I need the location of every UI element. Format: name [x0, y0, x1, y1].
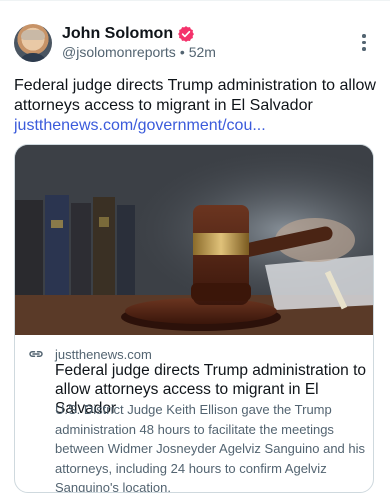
post-link[interactable]: justthenews.com/government/cou... — [14, 117, 266, 134]
author-handle[interactable]: @jsolomonreports — [62, 44, 176, 60]
verified-badge-icon — [178, 26, 195, 42]
author-avatar[interactable] — [14, 24, 52, 62]
author-name[interactable]: John Solomon — [62, 25, 173, 43]
avatar-hair — [21, 30, 45, 40]
author-name-row: John Solomon — [62, 24, 195, 44]
more-dot — [362, 47, 366, 51]
post[interactable]: John Solomon @jsolomonreports • 52m Federa… — [0, 0, 390, 500]
link-preview-card[interactable]: justthenews.com Federal judge directs Tr… — [14, 144, 374, 493]
more-dot — [362, 40, 366, 44]
card-image-gavel — [15, 145, 373, 335]
post-text-block: Federal judge directs Trump administrati… — [14, 76, 380, 136]
card-domain: justthenews.com — [55, 346, 152, 362]
meta-separator: • — [179, 44, 185, 60]
author-meta: @jsolomonreports • 52m — [62, 44, 216, 60]
post-text: Federal judge directs Trump administrati… — [14, 77, 376, 114]
avatar-shirt — [18, 53, 48, 62]
card-description: U.S. District Judge Keith Ellison gave t… — [55, 402, 366, 493]
post-time[interactable]: 52m — [189, 44, 216, 60]
more-options-button[interactable] — [358, 34, 370, 54]
more-vertical-icon — [362, 34, 366, 38]
link-icon — [29, 351, 43, 357]
